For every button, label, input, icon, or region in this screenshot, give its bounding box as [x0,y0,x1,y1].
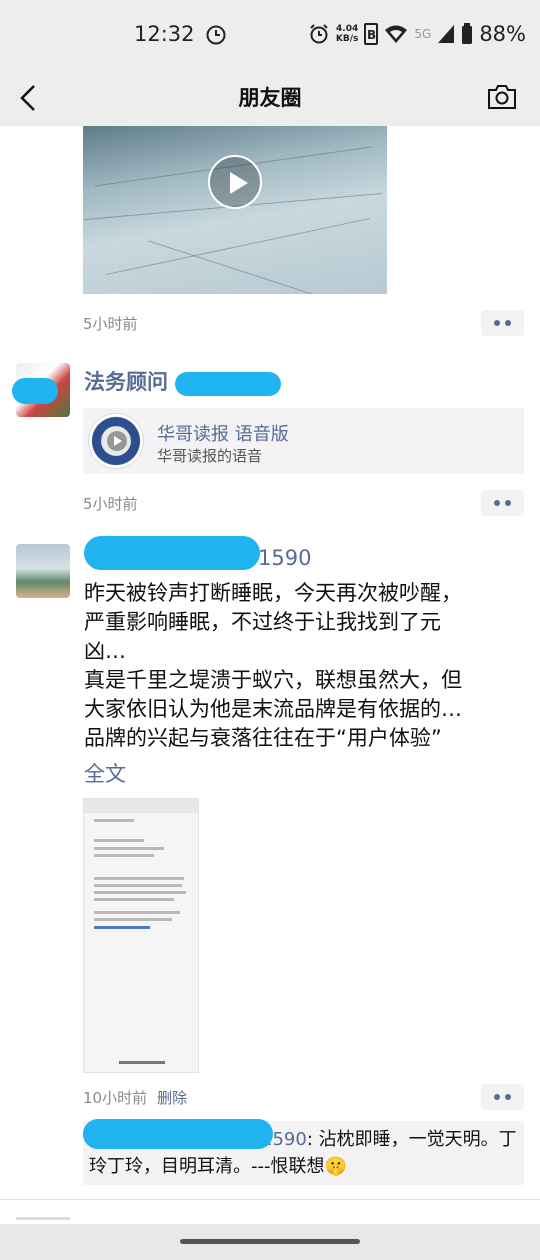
video-thumbnail[interactable] [83,126,387,294]
post-time: 5小时前 [83,495,138,513]
shush-emoji-icon: 🤫 [324,1156,347,1177]
status-indicators: 4.04 KB/s B 5G 88% [308,22,526,46]
moments-feed[interactable]: 5小时前 法务顾问 华哥读报 语音版 华哥读报的语音 5小时前 1590 昨天被… [0,126,540,1220]
network-speed-value: 4.04 [336,24,359,34]
play-icon [107,431,127,451]
post-time: 5小时前 [83,315,138,333]
post-text-line: 大家依旧认为他是末流品牌是有依据的… [84,697,462,721]
avatar[interactable] [16,544,70,598]
play-icon[interactable] [208,155,262,209]
redaction-mark [12,378,58,404]
post-text-line: 凶… [84,639,126,663]
network-speed: 4.04 KB/s [336,24,358,44]
shared-link-card[interactable]: 华哥读报 语音版 华哥读报的语音 [83,408,524,474]
bluetooth-hd-icon: B [364,23,379,45]
post-divider [0,1199,540,1200]
delete-link[interactable]: 删除 [157,1089,187,1107]
clock-icon [206,25,226,45]
post-text-line: 昨天被铃声打断睡眠，今天再次被吵醒， [84,581,462,605]
avatar[interactable] [16,1217,70,1220]
network-speed-unit: KB/s [335,34,359,44]
post-text: 昨天被铃声打断睡眠，今天再次被吵醒， 严重影响睡眠，不过终于让我找到了元 凶… … [84,579,514,753]
battery-level: 88% [479,22,526,46]
nav-bar: 朋友圈 [0,70,540,126]
comment-box[interactable]: 1590: 沾枕即睡，一觉天明。丁玲丁玲，目明耳清。---恨联想🤫 [83,1119,524,1185]
alarm-icon [310,24,328,44]
page-title: 朋友圈 [238,86,302,110]
full-text-link[interactable]: 全文 [84,758,126,788]
gesture-bar-area [0,1224,540,1260]
battery-icon [462,23,473,44]
more-options-button[interactable] [481,1084,524,1110]
more-options-button[interactable] [481,310,524,336]
share-thumbnail [88,413,144,469]
status-time: 12:32 [134,22,195,46]
svg-text:B: B [367,28,376,42]
share-subtitle: 华哥读报的语音 [157,447,263,465]
home-indicator[interactable] [180,1239,360,1244]
share-title: 华哥读报 语音版 [157,424,289,445]
post-author[interactable]: 法务顾问 [84,366,168,396]
status-bar: 12:32 4.04 KB/s B 5G 88% [0,0,540,70]
camera-icon[interactable] [486,82,518,112]
cell-signal-icon [438,25,455,43]
post-image[interactable] [83,798,199,1073]
post-time: 10小时前 [83,1089,148,1107]
signal-label: 5G [414,27,432,41]
post-author[interactable]: 1590 [258,546,311,570]
redaction-mark [84,536,260,570]
post-time-row: 10小时前 删除 [83,1087,187,1108]
redaction-mark [83,1119,273,1149]
post-text-line: 真是千里之堤溃于蚁穴，联想虽然大，但 [84,668,462,692]
post-text-line: 品牌的兴起与衰落往往在于“用户体验” [84,726,442,750]
redaction-mark [175,372,281,396]
more-options-button[interactable] [481,490,524,516]
wifi-icon [385,25,408,43]
post-text-line: 严重影响睡眠，不过终于让我找到了元 [84,610,441,634]
